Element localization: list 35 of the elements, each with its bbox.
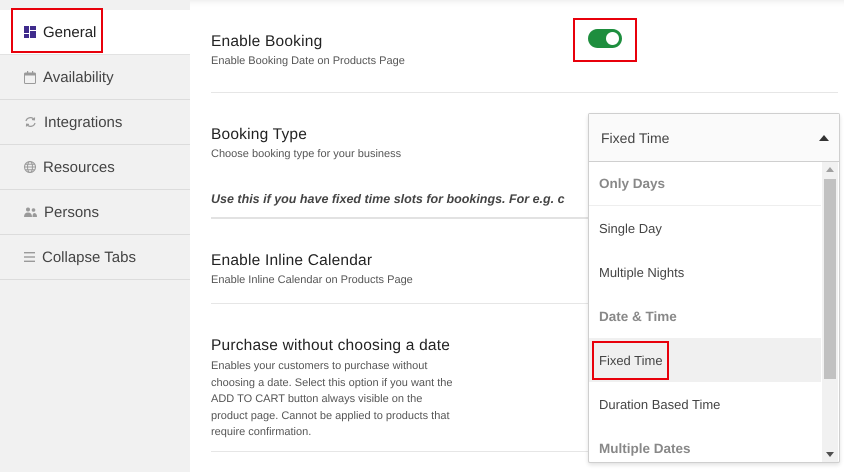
sidebar-tab[interactable]: General — [0, 10, 190, 55]
option-group-label: Only Days — [589, 162, 821, 206]
calendar-icon — [24, 70, 36, 84]
dropdown-option[interactable]: Duration Based Time — [589, 382, 821, 426]
grid-icon — [24, 26, 36, 38]
setting-description: Enable Inline Calendar on Products Page — [211, 274, 413, 286]
setting-title: Purchase without choosing a date — [211, 337, 450, 355]
setting-note: Use this if you have fixed time slots for bookings. For e.g. c — [211, 192, 566, 206]
sidebar-tab[interactable]: Integrations — [0, 100, 190, 145]
scroll-up-icon[interactable] — [826, 167, 834, 172]
dropdown-option[interactable]: Single Day — [589, 206, 821, 250]
sync-icon — [24, 116, 37, 128]
sidebar-tab[interactable]: Collapse Tabs — [0, 235, 190, 280]
setting-description: Choose booking type for your business — [211, 148, 402, 160]
dropdown-option[interactable]: Fixed Time — [589, 338, 821, 382]
globe-icon — [24, 161, 36, 173]
highlight-frame: Fixed Time — [594, 342, 667, 378]
dropdown-option[interactable]: Multiple Nights — [589, 250, 821, 294]
setting-title: Enable Booking — [211, 33, 322, 51]
list-icon — [24, 252, 35, 262]
dropdown-value: Fixed Time — [601, 130, 670, 146]
setting-title: Enable Inline Calendar — [211, 252, 372, 270]
setting-title: Booking Type — [211, 126, 308, 144]
booking-type-dropdown[interactable]: Fixed Time Only Days Single Day Multiple Nights Date & Time Fixed Time Duration Based Time Multiple Dates — [588, 113, 840, 463]
setting-description: Enable Booking Date on Products Page — [211, 55, 405, 67]
sidebar-tab[interactable]: Availability — [0, 55, 190, 100]
scroll-down-icon[interactable] — [826, 452, 834, 457]
option-group-label: Multiple Dates — [598, 440, 692, 458]
people-icon — [24, 207, 37, 217]
sidebar-tab[interactable]: Persons — [0, 190, 190, 235]
scrollbar[interactable] — [822, 162, 838, 462]
setting-description: Enables your customers to purchase without choosing a date. Select this option if you want the ADD TO CART button always visible on the product page. Cannot be applied to products that require confirmation. — [211, 359, 454, 440]
toggle-switch[interactable] — [588, 29, 622, 48]
option-group-label: Date & Time — [598, 308, 678, 326]
sidebar-tab[interactable]: Resources — [0, 145, 190, 190]
